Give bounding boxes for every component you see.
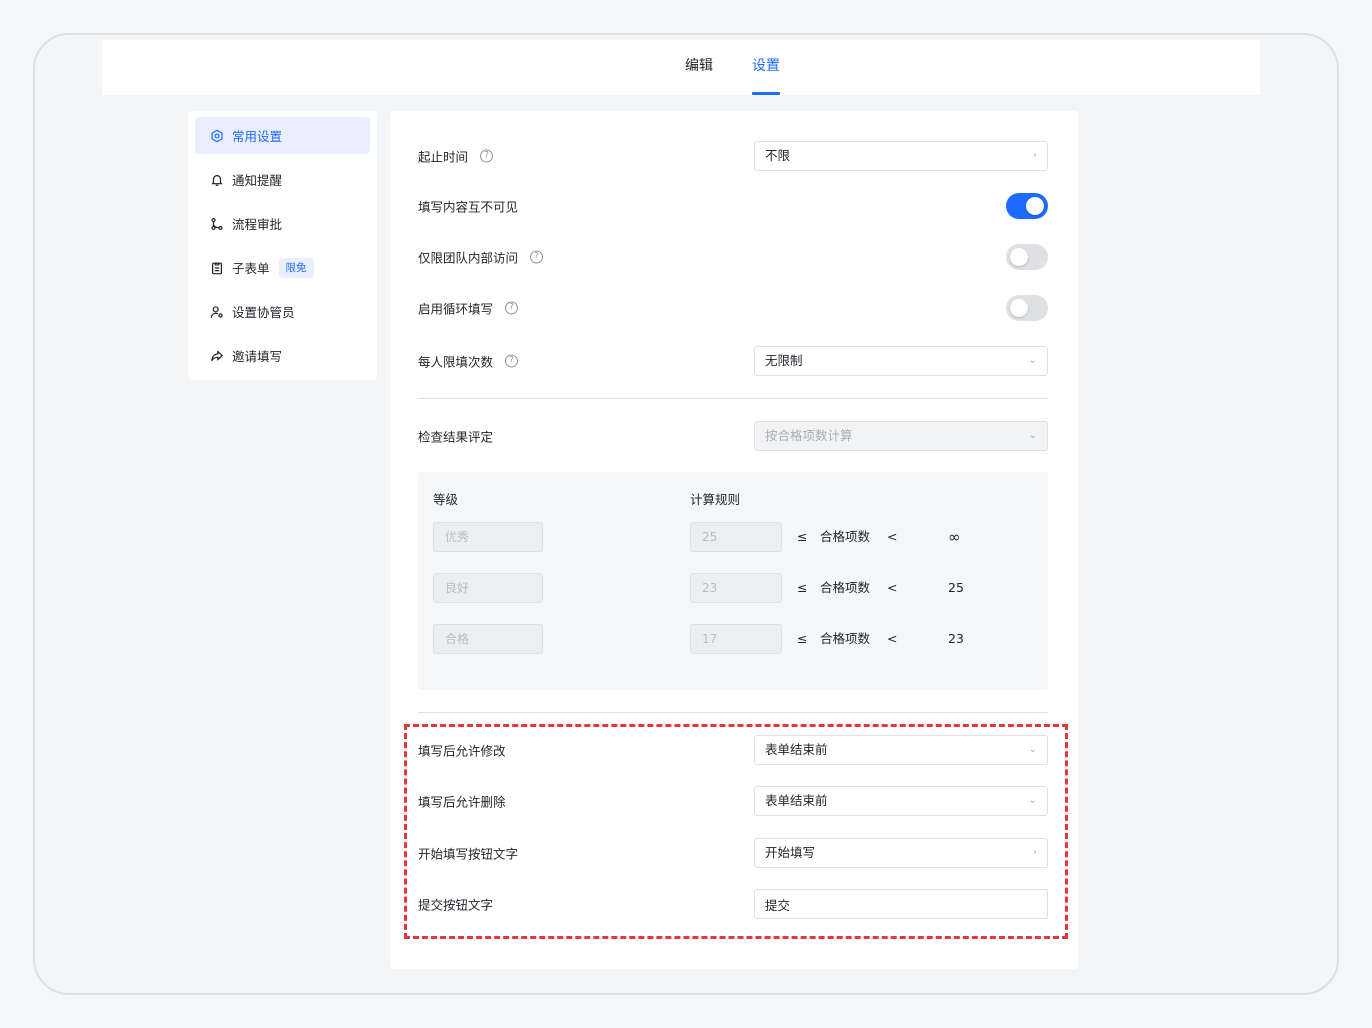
leq-symbol: ≤ — [797, 529, 808, 544]
active-tab-indicator — [752, 92, 780, 95]
start-button-text-label: 开始填写按钮文字 — [418, 846, 519, 862]
help-icon[interactable]: ? — [505, 354, 519, 368]
grade-item-label: 合格项数 — [820, 529, 871, 544]
loop-fill-toggle[interactable] — [1006, 295, 1048, 321]
result-eval-label: 检查结果评定 — [418, 429, 494, 445]
top-tab-bar: 编辑 设置 — [102, 40, 1260, 95]
result-eval-value: 按合格项数计算 — [765, 428, 853, 443]
limit-per-user-select[interactable]: 无限制 ⌄ — [754, 346, 1048, 376]
hide-content-toggle[interactable] — [1006, 193, 1048, 219]
settings-panel: 起止时间 ? 不限 › 填写内容互不可见 仅限团队内部访问 ? 启用循环填写 ?… — [390, 111, 1078, 969]
tab-edit[interactable]: 编辑 — [685, 56, 713, 76]
team-only-label: 仅限团队内部访问 — [418, 250, 519, 266]
allow-edit-row: 填写后允许修改 表单结束前 ⌄ — [418, 735, 1048, 765]
allow-delete-label: 填写后允许删除 — [418, 794, 506, 810]
divider — [418, 712, 1048, 713]
team-only-row: 仅限团队内部访问 ? — [418, 242, 1048, 272]
grade-max-value: 23 — [948, 631, 964, 646]
grade-header-rule: 计算规则 — [690, 492, 741, 507]
free-badge: 限免 — [278, 257, 314, 278]
divider — [418, 398, 1048, 399]
time-range-row: 起止时间 ? 不限 › — [418, 141, 1048, 171]
settings-sidebar: 常用设置 通知提醒 流程审批 子表单 限免 设置协管员 邀请填写 — [188, 111, 377, 380]
chevron-right-icon: › — [1033, 847, 1037, 858]
grade-item-label: 合格项数 — [820, 631, 871, 646]
sidebar-item-label: 子表单 — [232, 261, 270, 276]
grade-min-input: 23 — [690, 573, 782, 603]
lt-symbol: < — [887, 631, 898, 646]
sidebar-item-co-admin[interactable]: 设置协管员 — [195, 293, 370, 330]
grade-min-input: 17 — [690, 624, 782, 654]
grade-header-level: 等级 — [433, 492, 459, 507]
allow-delete-select[interactable]: 表单结束前 ⌄ — [754, 786, 1048, 816]
submit-button-text-label: 提交按钮文字 — [418, 897, 494, 913]
allow-edit-select[interactable]: 表单结束前 ⌄ — [754, 735, 1048, 765]
sidebar-item-label: 常用设置 — [232, 129, 283, 144]
limit-per-user-row: 每人限填次数 ? 无限制 ⌄ — [418, 346, 1048, 376]
limit-per-user-value: 无限制 — [765, 353, 803, 368]
lt-symbol: < — [887, 529, 898, 544]
limit-per-user-label: 每人限填次数 — [418, 354, 494, 370]
start-button-text-value: 开始填写 — [765, 845, 816, 860]
sidebar-item-approval-flow[interactable]: 流程审批 — [195, 205, 370, 242]
loop-fill-label: 启用循环填写 — [418, 301, 494, 317]
sidebar-item-label: 设置协管员 — [232, 305, 295, 320]
chevron-down-icon: ⌄ — [1028, 355, 1037, 366]
sidebar-item-label: 邀请填写 — [232, 349, 283, 364]
time-range-value: 不限 — [765, 148, 791, 163]
help-icon[interactable]: ? — [480, 149, 494, 163]
submit-button-text-input[interactable] — [754, 889, 1048, 919]
grade-rules-box: 等级 计算规则 优秀 25 ≤ 合格项数 < ∞ 良好 23 ≤ 合格项数 < … — [418, 472, 1048, 690]
help-icon[interactable]: ? — [530, 250, 544, 264]
grade-max-value: ∞ — [948, 528, 961, 546]
start-button-text-row: 开始填写按钮文字 开始填写 › — [418, 838, 1048, 868]
hide-content-label: 填写内容互不可见 — [418, 199, 519, 215]
sidebar-item-label: 通知提醒 — [232, 173, 283, 188]
share-icon — [209, 348, 225, 364]
bell-icon — [209, 172, 225, 188]
time-range-label: 起止时间 — [418, 149, 469, 165]
leq-symbol: ≤ — [797, 631, 808, 646]
result-eval-row: 检查结果评定 按合格项数计算 ⌄ — [418, 421, 1048, 451]
help-icon[interactable]: ? — [505, 301, 519, 315]
grade-max-value: 25 — [948, 580, 964, 595]
chevron-down-icon: ⌄ — [1028, 795, 1037, 806]
user-settings-icon — [209, 304, 225, 320]
grade-min-input: 25 — [690, 522, 782, 552]
sidebar-item-common-settings[interactable]: 常用设置 — [195, 117, 370, 154]
allow-delete-value: 表单结束前 — [765, 793, 828, 808]
start-button-text-selector[interactable]: 开始填写 › — [754, 838, 1048, 868]
chevron-down-icon: ⌄ — [1028, 430, 1037, 441]
grade-level-input: 良好 — [433, 573, 543, 603]
submit-button-text-row: 提交按钮文字 — [418, 889, 1048, 919]
clipboard-icon — [209, 260, 225, 276]
loop-fill-row: 启用循环填写 ? — [418, 293, 1048, 323]
sidebar-item-notifications[interactable]: 通知提醒 — [195, 161, 370, 198]
grade-level-input: 合格 — [433, 624, 543, 654]
lt-symbol: < — [887, 580, 898, 595]
settings-icon — [209, 128, 225, 144]
result-eval-select: 按合格项数计算 ⌄ — [754, 421, 1048, 451]
sidebar-item-subform[interactable]: 子表单 限免 — [195, 249, 370, 286]
allow-delete-row: 填写后允许删除 表单结束前 ⌄ — [418, 786, 1048, 816]
time-range-selector[interactable]: 不限 › — [754, 141, 1048, 171]
sidebar-item-label: 流程审批 — [232, 217, 283, 232]
tab-settings[interactable]: 设置 — [752, 56, 780, 76]
allow-edit-value: 表单结束前 — [765, 742, 828, 757]
grade-level-input: 优秀 — [433, 522, 543, 552]
sidebar-item-invite[interactable]: 邀请填写 — [195, 337, 370, 374]
chevron-down-icon: ⌄ — [1028, 744, 1037, 755]
flow-icon — [209, 216, 225, 232]
leq-symbol: ≤ — [797, 580, 808, 595]
allow-edit-label: 填写后允许修改 — [418, 743, 506, 759]
grade-item-label: 合格项数 — [820, 580, 871, 595]
hide-content-row: 填写内容互不可见 — [418, 191, 1048, 221]
chevron-right-icon: › — [1033, 150, 1037, 161]
team-only-toggle[interactable] — [1006, 244, 1048, 270]
